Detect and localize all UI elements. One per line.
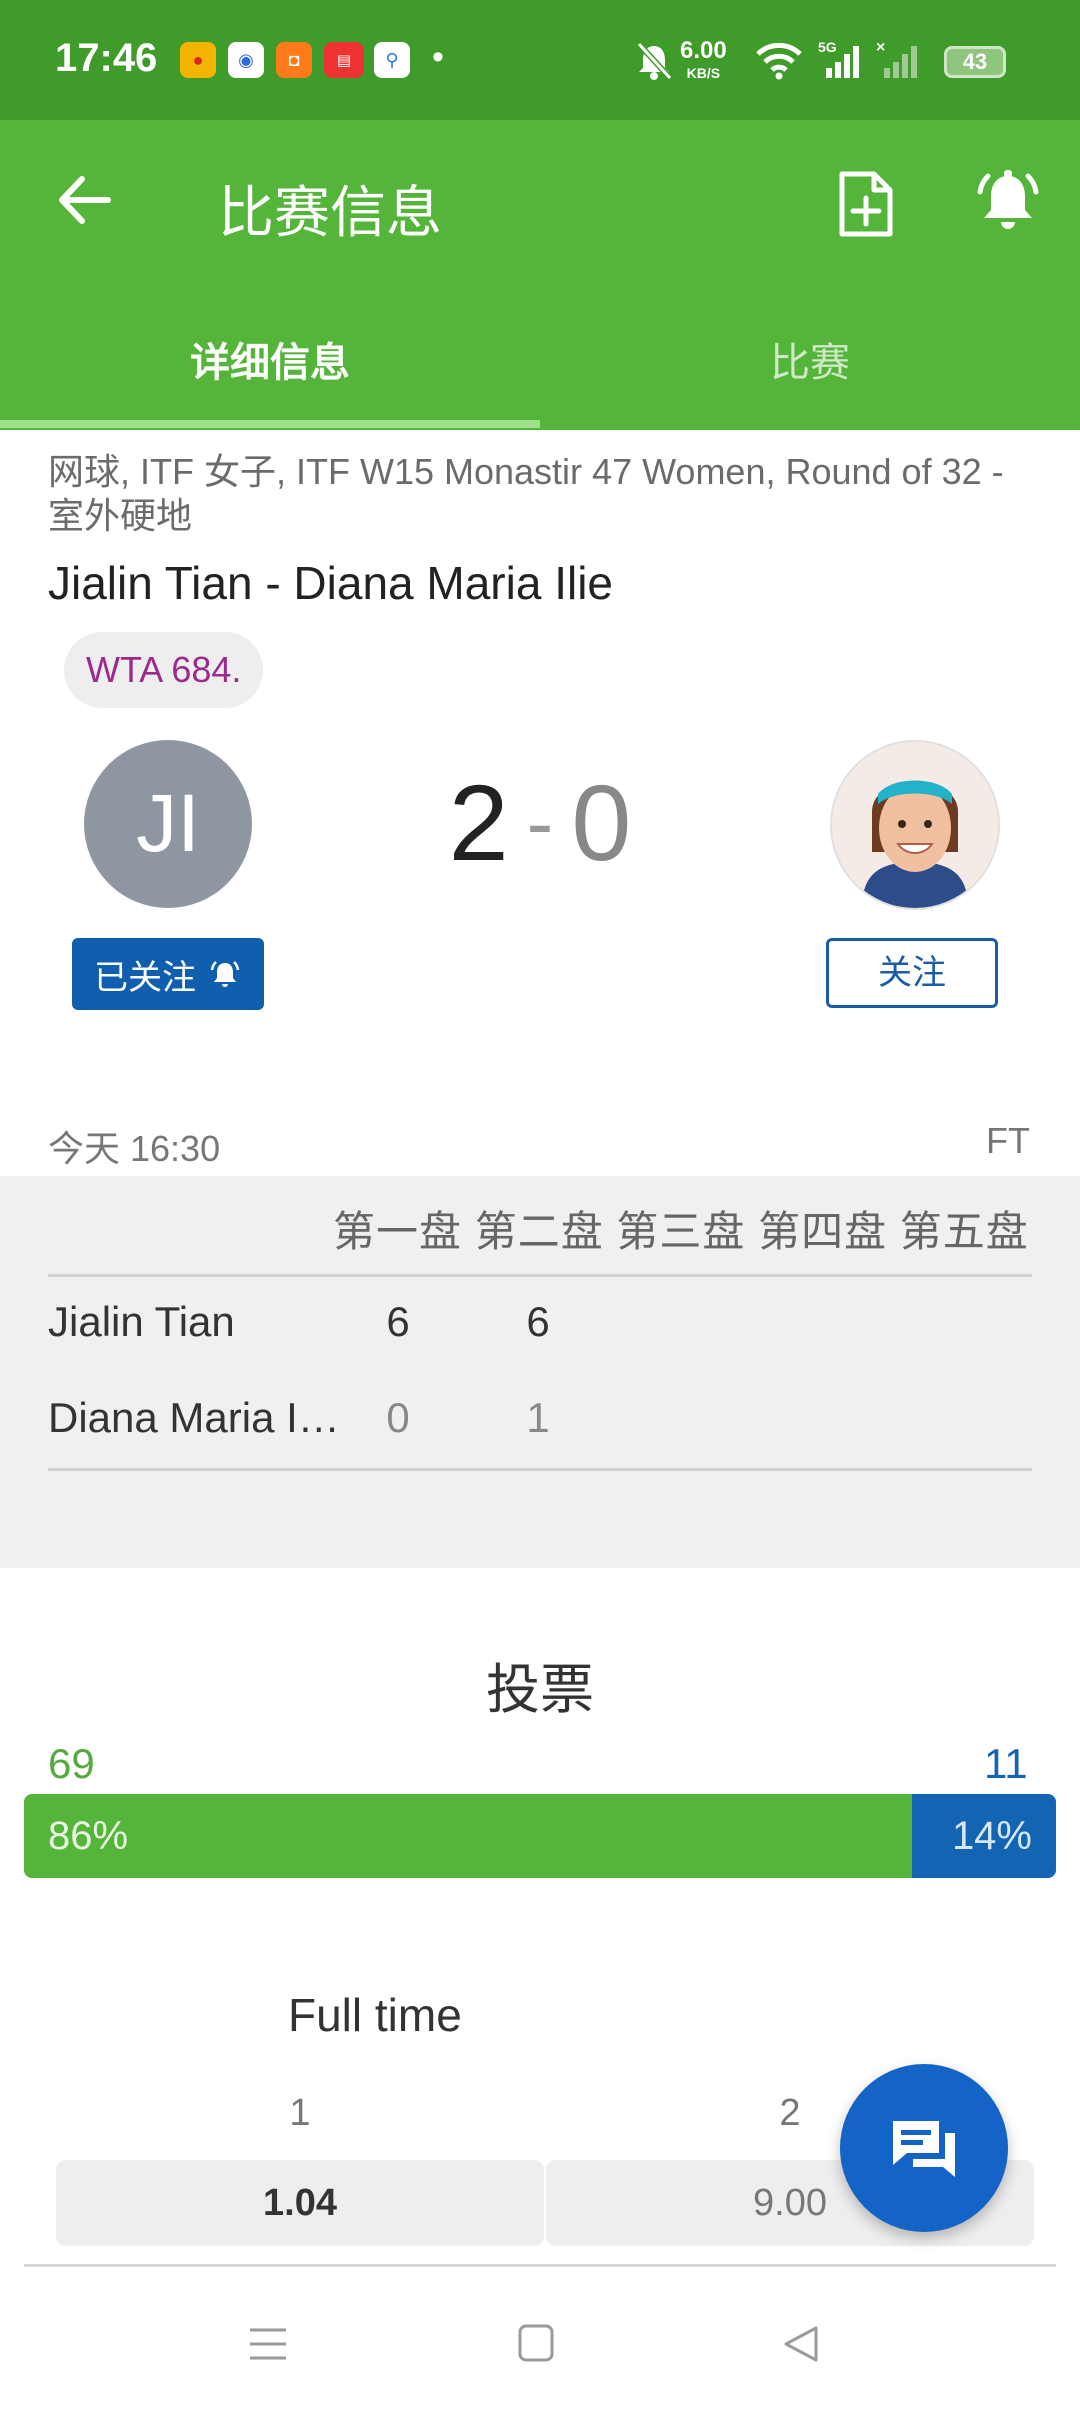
set-header-2: 第二盘 bbox=[474, 1208, 604, 1255]
bell-icon[interactable] bbox=[972, 166, 1044, 238]
odds-title: Full time bbox=[288, 1989, 462, 2041]
followed-button[interactable]: 已关注 bbox=[72, 938, 264, 1010]
set-score-cell: 1 bbox=[526, 1394, 550, 1441]
back-triangle-icon[interactable] bbox=[780, 2322, 822, 2366]
set-header-3: 第三盘 bbox=[616, 1208, 746, 1255]
vote-away-count: 11 bbox=[984, 1740, 1028, 1787]
home-square-icon[interactable] bbox=[516, 2322, 556, 2364]
svg-text:5G: 5G bbox=[818, 39, 837, 55]
follow-button[interactable]: 关注 bbox=[826, 938, 998, 1008]
match-title: Jialin Tian - Diana Maria Ilie bbox=[48, 557, 614, 609]
vote-home-segment[interactable]: 86% bbox=[24, 1794, 912, 1878]
active-tab-indicator bbox=[0, 420, 540, 428]
more-notifications-dot: • bbox=[432, 38, 444, 76]
tab-details[interactable]: 详细信息 bbox=[0, 330, 540, 388]
bell-ringing-icon bbox=[210, 961, 240, 987]
table-divider bbox=[48, 1468, 1032, 1471]
odds-home-button[interactable]: 1.04 bbox=[56, 2160, 544, 2246]
home-player-avatar[interactable]: JI bbox=[84, 740, 252, 908]
network-speed-unit: KB/S bbox=[686, 65, 721, 81]
back-arrow-icon[interactable] bbox=[50, 165, 120, 235]
set-header-5: 第五盘 bbox=[899, 1208, 1029, 1255]
vote-away-segment[interactable]: 14% bbox=[911, 1794, 1056, 1878]
competition-info: 网球, ITF 女子, ITF W15 Monastir 47 Women, R… bbox=[48, 451, 1004, 536]
wifi-icon bbox=[756, 42, 802, 80]
toutiao-notification-icon: ▤ bbox=[324, 42, 364, 78]
tab-match[interactable]: 比赛 bbox=[540, 330, 1080, 388]
match-start-time: 今天 16:30 bbox=[48, 1128, 221, 1169]
menu-icon[interactable] bbox=[246, 2322, 290, 2366]
set-row-player-name: Jialin Tian bbox=[48, 1298, 235, 1345]
vote-bar: 86% 14% bbox=[24, 1794, 1056, 1878]
set-headers: 第一盘 第二盘 第三盘 第四盘 第五盘 bbox=[333, 1198, 1029, 1259]
set-row-player-name: Diana Maria I… bbox=[48, 1394, 338, 1441]
set-header-4: 第四盘 bbox=[758, 1208, 888, 1255]
battery-indicator: 43 bbox=[944, 46, 1006, 78]
signal-5g-icon: 5G bbox=[818, 39, 859, 78]
score-separator: - bbox=[526, 778, 554, 867]
app-notification-icon: ◘ bbox=[276, 42, 312, 78]
score-away: 0 bbox=[571, 762, 632, 883]
set-score-cell: 0 bbox=[386, 1394, 410, 1441]
chat-button[interactable] bbox=[840, 2064, 1008, 2232]
search-app-notification-icon: ⚲ bbox=[374, 42, 410, 78]
svg-text:×: × bbox=[876, 39, 885, 56]
weibo-notification-icon: ● bbox=[180, 42, 216, 78]
status-time: 17:46 bbox=[55, 36, 158, 80]
set-score-cell: 6 bbox=[386, 1298, 410, 1345]
set-header-1: 第一盘 bbox=[333, 1208, 463, 1255]
odds-home-label: 1 bbox=[289, 2092, 311, 2134]
mute-bell-icon bbox=[636, 41, 673, 81]
player-photo-icon bbox=[832, 742, 998, 908]
chat-icon bbox=[893, 2121, 955, 2177]
network-speed: 6.00 KB/S bbox=[680, 37, 727, 84]
followed-button-label: 已关注 bbox=[94, 958, 196, 997]
table-divider bbox=[48, 1274, 1032, 1277]
away-player-avatar[interactable] bbox=[830, 740, 1000, 910]
set-score-cell: 6 bbox=[526, 1298, 550, 1345]
baidu-notification-icon: ◉ bbox=[228, 42, 264, 78]
signal-no-service-icon: × bbox=[876, 39, 917, 78]
match-score: 2-0 bbox=[400, 760, 680, 885]
vote-title: 投票 bbox=[486, 1660, 594, 1720]
section-divider bbox=[24, 2264, 1056, 2267]
network-speed-value: 6.00 bbox=[680, 37, 727, 64]
add-document-icon[interactable] bbox=[830, 168, 900, 240]
score-home: 2 bbox=[448, 762, 509, 883]
vote-home-count: 69 bbox=[48, 1740, 95, 1787]
ranking-badge[interactable]: WTA 684. bbox=[64, 632, 264, 708]
match-status: FT bbox=[986, 1120, 1030, 1161]
page-title: 比赛信息 bbox=[218, 181, 442, 244]
